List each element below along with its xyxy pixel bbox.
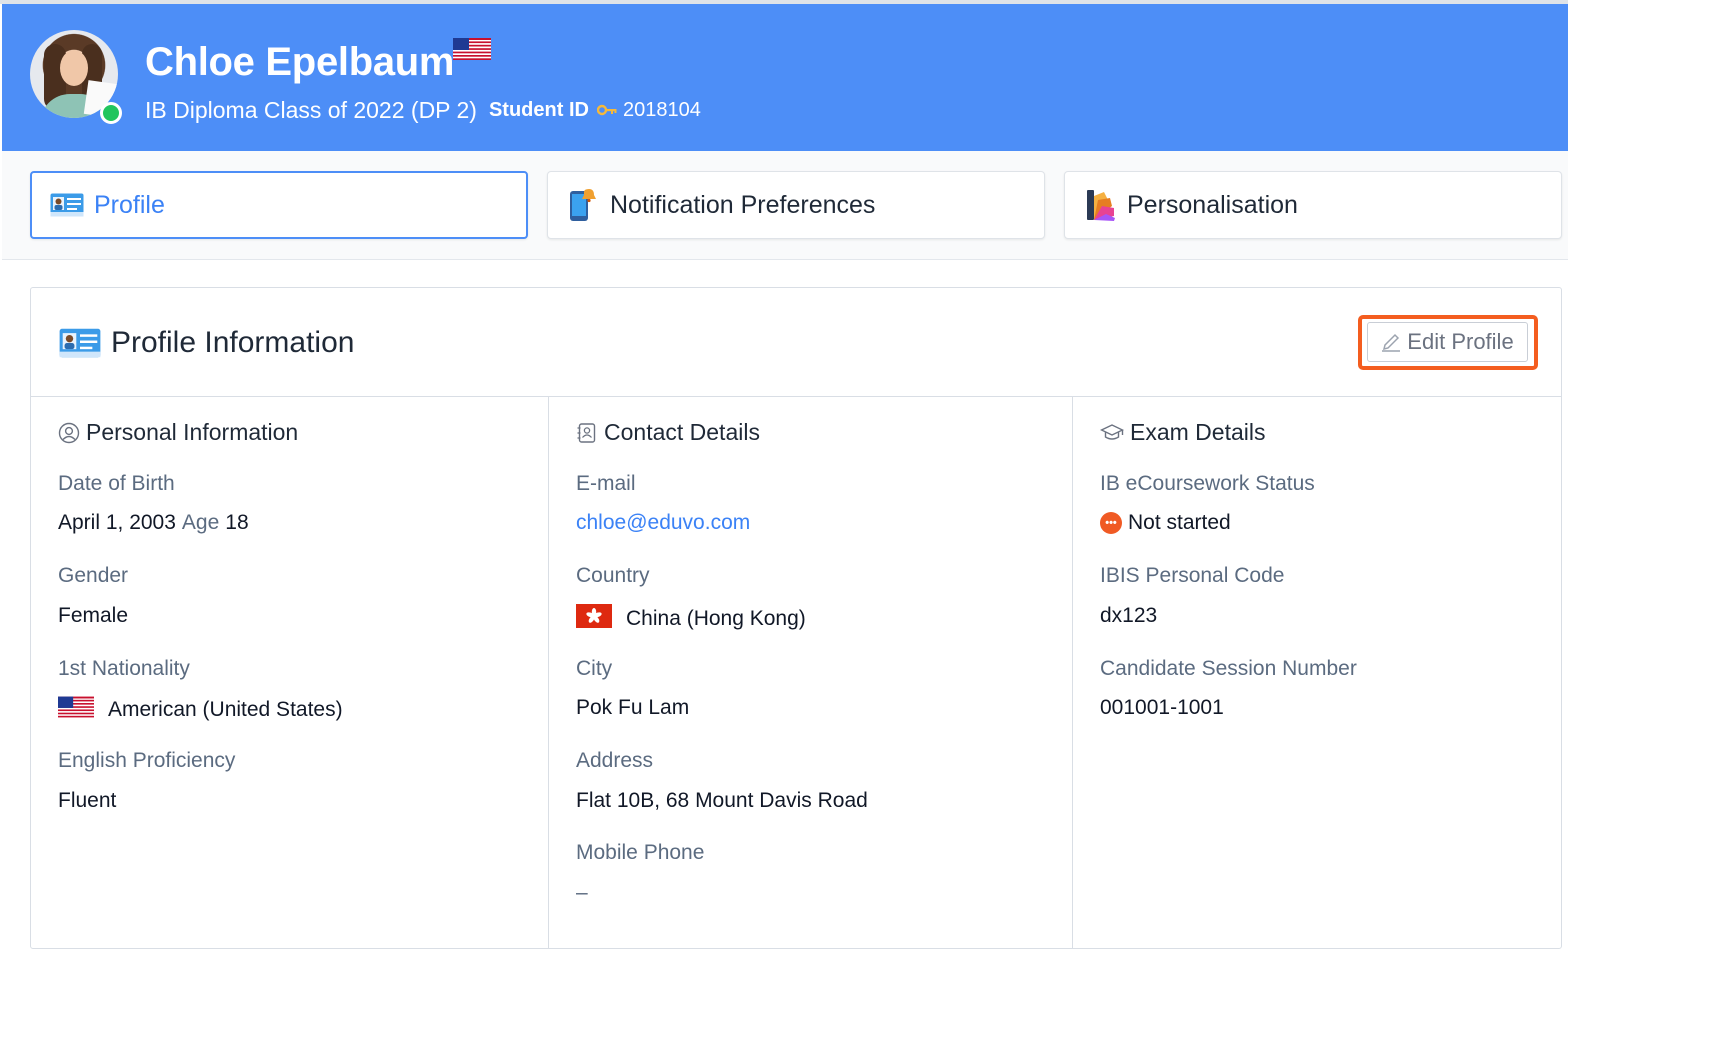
address-label: Address (576, 749, 654, 772)
tab-personalisation[interactable]: Personalisation (1064, 171, 1562, 239)
tab-profile-label: Profile (94, 190, 165, 219)
city-value: Pok Fu Lam (576, 696, 690, 719)
graduation-cap-icon (1100, 423, 1124, 443)
dob-label: Date of Birth (58, 472, 175, 495)
us-flag-icon (58, 696, 94, 724)
personal-information-title: Personal Information (58, 419, 298, 446)
student-id-value: 2018104 (622, 98, 701, 121)
dob-value: April 1, 2003 Age 18 (58, 511, 249, 535)
gender-label: Gender (58, 564, 129, 587)
edit-profile-button[interactable]: Edit Profile (1367, 322, 1528, 362)
contact-details-title-text: Contact Details (604, 419, 760, 445)
exam-details-title-text: Exam Details (1130, 419, 1266, 445)
age-value: 18 (225, 511, 249, 534)
email-link[interactable]: chloe@eduvo.com (576, 511, 750, 535)
nationality-text: American (United States) (108, 698, 343, 721)
personal-information-title-text: Personal Information (86, 419, 299, 445)
ecoursework-status-label: IB eCoursework Status (1100, 472, 1315, 495)
country-text: China (Hong Kong) (626, 607, 806, 630)
exam-details-title: Exam Details (1100, 419, 1265, 446)
student-name: Chloe Epelbaum (145, 40, 455, 84)
student-subline: IB Diploma Class of 2022 (DP 2) Student … (145, 95, 701, 125)
profile-header: Chloe Epelbaum IB Diploma Class of 2022 … (2, 4, 1568, 151)
email-label: E-mail (576, 472, 636, 495)
column-divider (548, 397, 549, 949)
online-status-indicator (100, 102, 122, 124)
id-card-icon (50, 188, 84, 222)
dob-date: April 1, 2003 (58, 511, 176, 534)
card-title-text: Profile Information (111, 326, 355, 359)
edit-profile-label: Edit Profile (1407, 329, 1514, 354)
profile-information-card: Profile Information Edit Profile Persona… (30, 287, 1562, 949)
pencil-icon (1381, 332, 1401, 352)
nationality-value: American (United States) (58, 696, 343, 724)
ibis-code-label: IBIS Personal Code (1100, 564, 1285, 587)
ecoursework-status-text: Not started (1128, 511, 1231, 534)
mobile-phone-label: Mobile Phone (576, 841, 705, 864)
us-flag-icon (453, 38, 491, 65)
tab-notification-label: Notification Preferences (610, 190, 876, 219)
ibis-code-value: dx123 (1100, 604, 1158, 627)
country-label: Country (576, 564, 650, 587)
phone-bell-icon (566, 188, 600, 222)
column-divider (1072, 397, 1073, 949)
tab-notification-preferences[interactable]: Notification Preferences (547, 171, 1045, 239)
gender-value: Female (58, 604, 129, 627)
color-palette-icon (1083, 188, 1117, 222)
age-label: Age (181, 511, 220, 534)
card-header: Profile Information Edit Profile (31, 288, 1561, 397)
english-proficiency-label: English Proficiency (58, 749, 236, 772)
country-value: China (Hong Kong) (576, 604, 806, 634)
user-circle-icon (58, 422, 80, 444)
status-pending-icon: ••• (1100, 512, 1122, 534)
english-proficiency-value: Fluent (58, 789, 117, 812)
hong-kong-flag-icon (576, 604, 612, 634)
candidate-session-value: 001001-1001 (1100, 696, 1224, 719)
candidate-session-label: Candidate Session Number (1100, 657, 1357, 680)
card-title: Profile Information (59, 326, 354, 360)
contact-details-title: Contact Details (576, 419, 760, 446)
tab-profile[interactable]: Profile (30, 171, 528, 239)
id-card-icon (59, 328, 101, 358)
city-label: City (576, 657, 613, 680)
class-of-label: IB Diploma Class of 2022 (DP 2) (145, 96, 477, 123)
mobile-phone-value: – (576, 881, 588, 904)
ecoursework-status-value: ••• Not started (1100, 511, 1231, 535)
tab-personalisation-label: Personalisation (1127, 190, 1298, 219)
address-value: Flat 10B, 68 Mount Davis Road (576, 789, 868, 812)
nationality-label: 1st Nationality (58, 657, 190, 680)
address-book-icon (576, 422, 598, 444)
student-id-label: Student ID (488, 98, 589, 121)
key-icon (596, 104, 617, 116)
